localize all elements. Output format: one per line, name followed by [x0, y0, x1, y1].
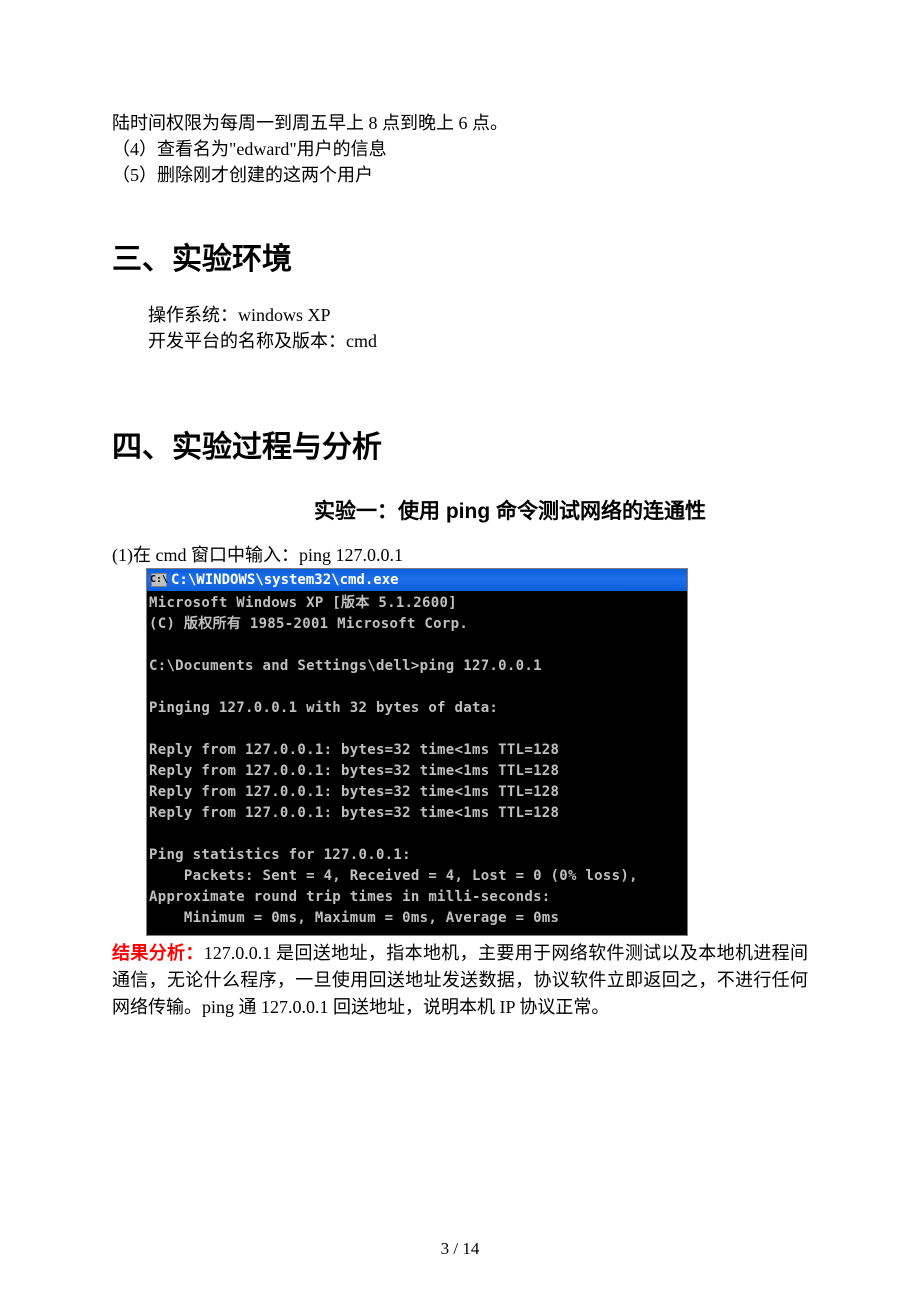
- analysis-label: 结果分析：: [112, 943, 204, 963]
- section-4-heading: 四、实验过程与分析: [112, 426, 808, 470]
- cmd-line: (C) 版权所有 1985-2001 Microsoft Corp.: [149, 616, 468, 632]
- cmd-line: C:\Documents and Settings\dell>ping 127.…: [149, 658, 542, 674]
- cmd-line: Approximate round trip times in milli-se…: [149, 889, 551, 905]
- cmd-line: Reply from 127.0.0.1: bytes=32 time<1ms …: [149, 742, 559, 758]
- cmd-line: Pinging 127.0.0.1 with 32 bytes of data:: [149, 700, 498, 716]
- cmd-title-text: C:\WINDOWS\system32\cmd.exe: [171, 570, 399, 590]
- cmd-line: Reply from 127.0.0.1: bytes=32 time<1ms …: [149, 805, 559, 821]
- cmd-line: Reply from 127.0.0.1: bytes=32 time<1ms …: [149, 763, 559, 779]
- cmd-line: Reply from 127.0.0.1: bytes=32 time<1ms …: [149, 784, 559, 800]
- analysis-text: 127.0.0.1 是回送地址，指本地机，主要用于网络软件测试以及本地机进程间通…: [112, 943, 808, 1017]
- result-analysis: 结果分析：127.0.0.1 是回送地址，指本地机，主要用于网络软件测试以及本地…: [112, 940, 808, 1021]
- top-paragraph-line2: （4）查看名为"edward"用户的信息: [112, 136, 808, 162]
- cmd-line: Microsoft Windows XP [版本 5.1.2600]: [149, 595, 457, 611]
- platform-line: 开发平台的名称及版本：cmd: [112, 328, 808, 354]
- top-paragraph-line1: 陆时间权限为每周一到周五早上 8 点到晚上 6 点。: [112, 110, 808, 136]
- cmd-window: C:\ C:\WINDOWS\system32\cmd.exe Microsof…: [146, 568, 688, 936]
- cmd-output: Microsoft Windows XP [版本 5.1.2600] (C) 版…: [147, 591, 687, 935]
- cmd-line: Minimum = 0ms, Maximum = 0ms, Average = …: [149, 910, 559, 926]
- section-3-heading: 三、实验环境: [112, 238, 808, 282]
- cmd-line: Packets: Sent = 4, Received = 4, Lost = …: [149, 868, 638, 884]
- cmd-line: Ping statistics for 127.0.0.1:: [149, 847, 411, 863]
- page-number: 3 / 14: [0, 1237, 920, 1262]
- experiment-1-title: 实验一：使用 ping 命令测试网络的连通性: [112, 497, 808, 527]
- cmd-icon: C:\: [151, 573, 167, 587]
- step-1-text: (1)在 cmd 窗口中输入：ping 127.0.0.1: [112, 542, 808, 568]
- os-line: 操作系统：windows XP: [112, 302, 808, 328]
- cmd-titlebar: C:\ C:\WINDOWS\system32\cmd.exe: [147, 569, 687, 591]
- top-paragraph-line3: （5）删除刚才创建的这两个用户: [112, 162, 808, 188]
